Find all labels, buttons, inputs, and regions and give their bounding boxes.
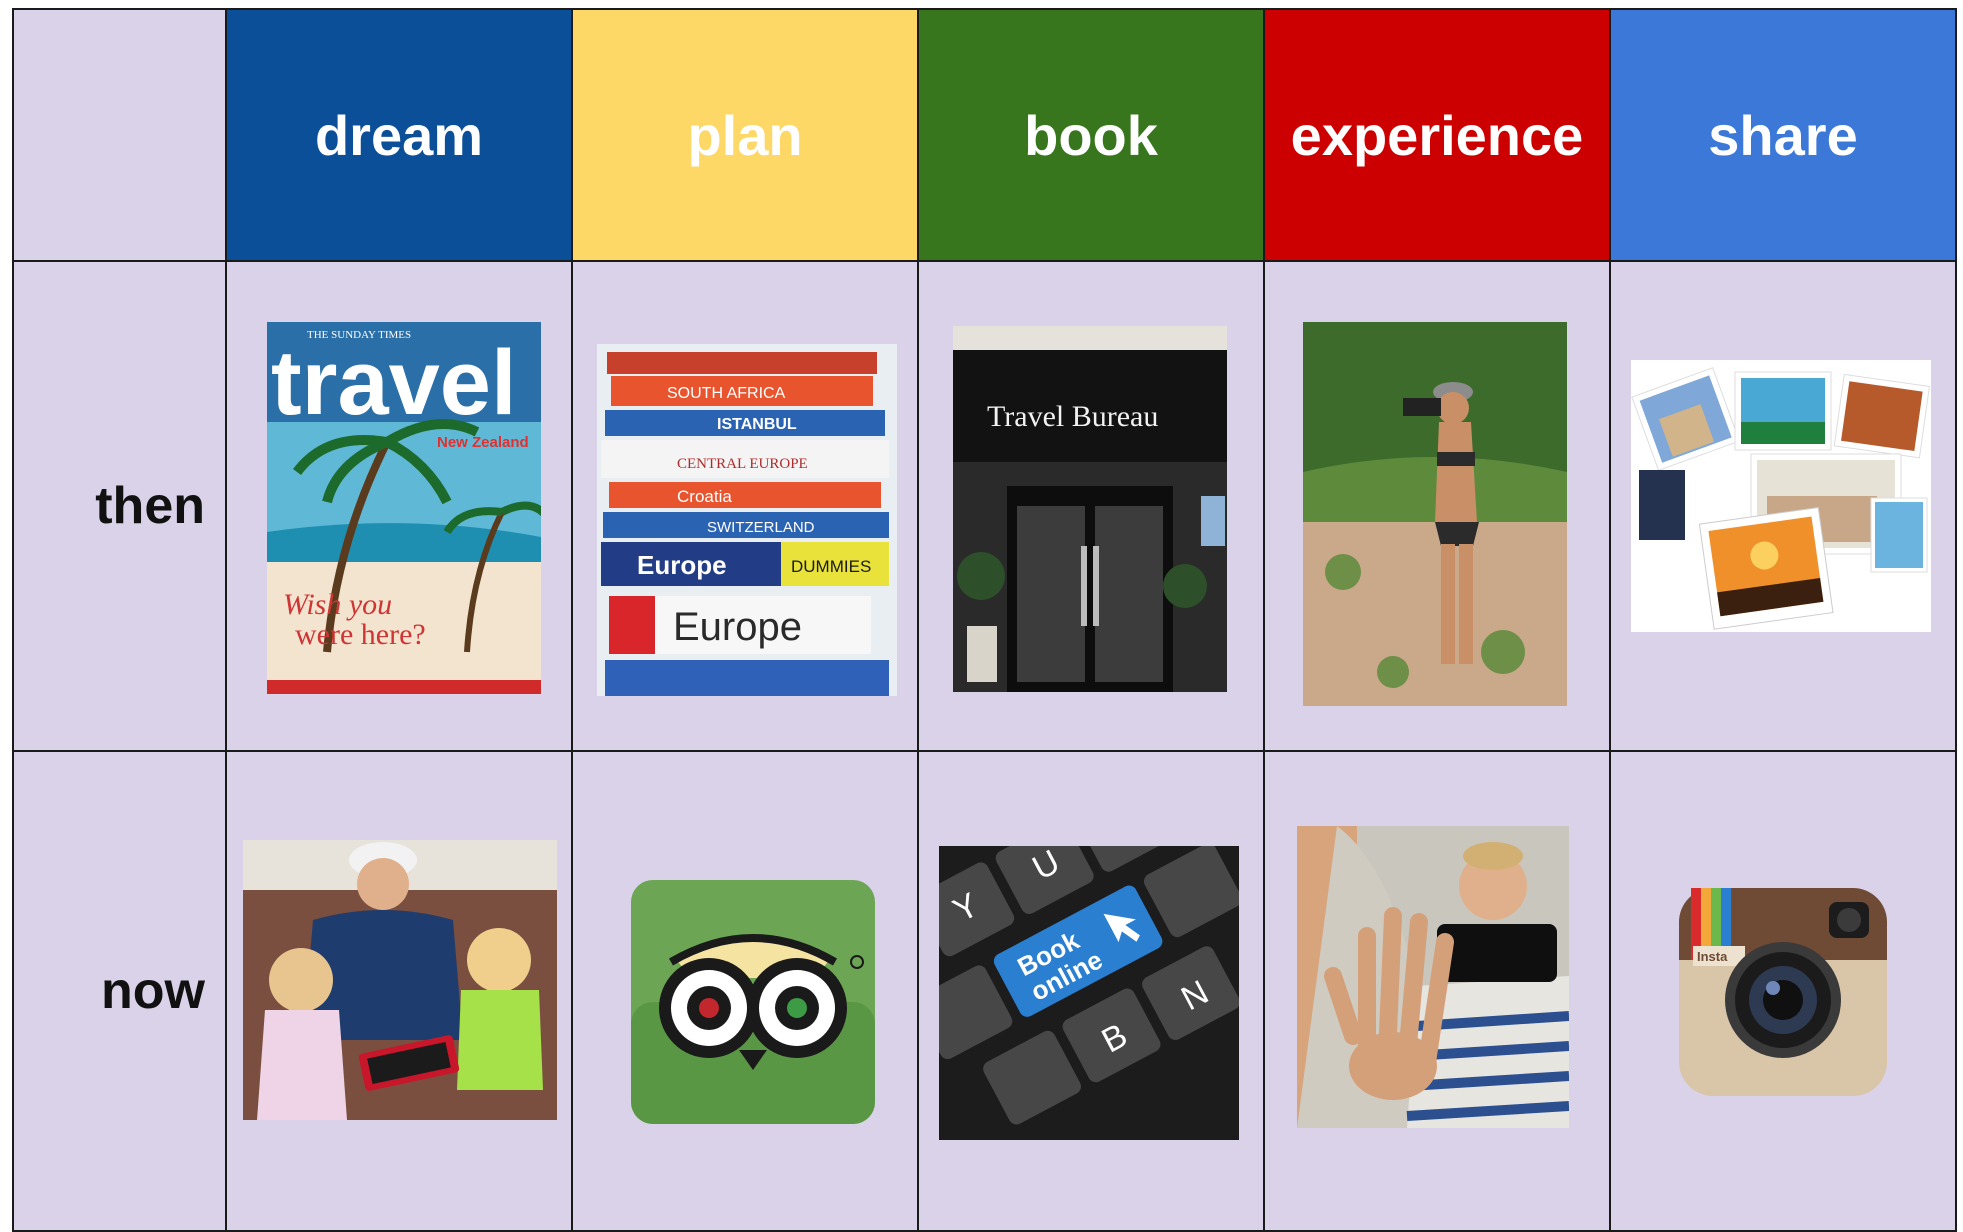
- phone-selfie-image: [1297, 826, 1569, 1128]
- header-share: share: [1609, 8, 1957, 262]
- magazine-tag: New Zealand: [437, 434, 529, 451]
- row-label-text: then: [95, 477, 205, 535]
- header-book: book: [917, 8, 1265, 262]
- magazine-title: travel: [271, 332, 517, 434]
- spine-text: SOUTH AFRICA: [667, 385, 786, 402]
- cell-plan-now: [571, 750, 919, 1232]
- header-label: share: [1708, 103, 1858, 167]
- cell-book-now: Y U Book online B N: [917, 750, 1265, 1232]
- spine-text: DUMMIES: [791, 557, 871, 576]
- header-label: book: [1024, 103, 1158, 167]
- agency-sign: Travel Bureau: [987, 400, 1158, 433]
- family-tablet-image: [243, 840, 557, 1120]
- header-label: dream: [314, 103, 484, 167]
- cell-plan-then: SOUTH AFRICA ISTANBUL CENTRAL EUROPE Cro…: [571, 260, 919, 752]
- cell-experience-now: [1263, 750, 1611, 1232]
- grid-table: dream plan book experience share then TH…: [12, 8, 1957, 1232]
- header-experience: experience: [1263, 8, 1611, 262]
- spine-text: Europe: [637, 550, 727, 580]
- spine-text: SWITZERLAND: [707, 519, 815, 536]
- magazine-cover-image: THE SUNDAY TIMES travel New Zealand Wish…: [267, 322, 541, 694]
- photographer-image: [1303, 322, 1567, 706]
- corner-cell: [12, 8, 227, 262]
- book-online-keyboard-image: Y U Book online B N: [939, 846, 1239, 1140]
- row-label-now: now: [12, 750, 227, 1232]
- cell-experience-then: [1263, 260, 1611, 752]
- cell-share-then: [1609, 260, 1957, 752]
- spine-text: Europe: [673, 605, 802, 649]
- tripadvisor-owl-icon: [631, 880, 875, 1124]
- header-plan: plan: [571, 8, 919, 262]
- row-label-then: then: [12, 260, 227, 752]
- spine-text: ISTANBUL: [717, 416, 797, 433]
- spine-text: CENTRAL EUROPE: [677, 456, 808, 472]
- spine-text: Croatia: [677, 487, 732, 506]
- instagram-label: Insta: [1697, 949, 1728, 964]
- travel-comparison-grid: dream plan book experience share then TH…: [12, 8, 1957, 1232]
- magazine-line2: were here?: [295, 618, 426, 651]
- magazine-line1: Wish you: [283, 588, 392, 621]
- cell-dream-now: [225, 750, 573, 1232]
- guidebook-stack-image: SOUTH AFRICA ISTANBUL CENTRAL EUROPE Cro…: [597, 344, 897, 696]
- travel-agency-image: Travel Bureau: [953, 326, 1227, 692]
- row-label-text: now: [101, 962, 205, 1020]
- cell-share-now: Insta: [1609, 750, 1957, 1232]
- cell-dream-then: THE SUNDAY TIMES travel New Zealand Wish…: [225, 260, 573, 752]
- header-label: experience: [1290, 103, 1584, 167]
- photo-collage-image: [1631, 360, 1931, 632]
- header-dream: dream: [225, 8, 573, 262]
- cell-book-then: Travel Bureau: [917, 260, 1265, 752]
- header-label: plan: [687, 103, 803, 167]
- instagram-camera-icon: Insta: [1679, 888, 1887, 1096]
